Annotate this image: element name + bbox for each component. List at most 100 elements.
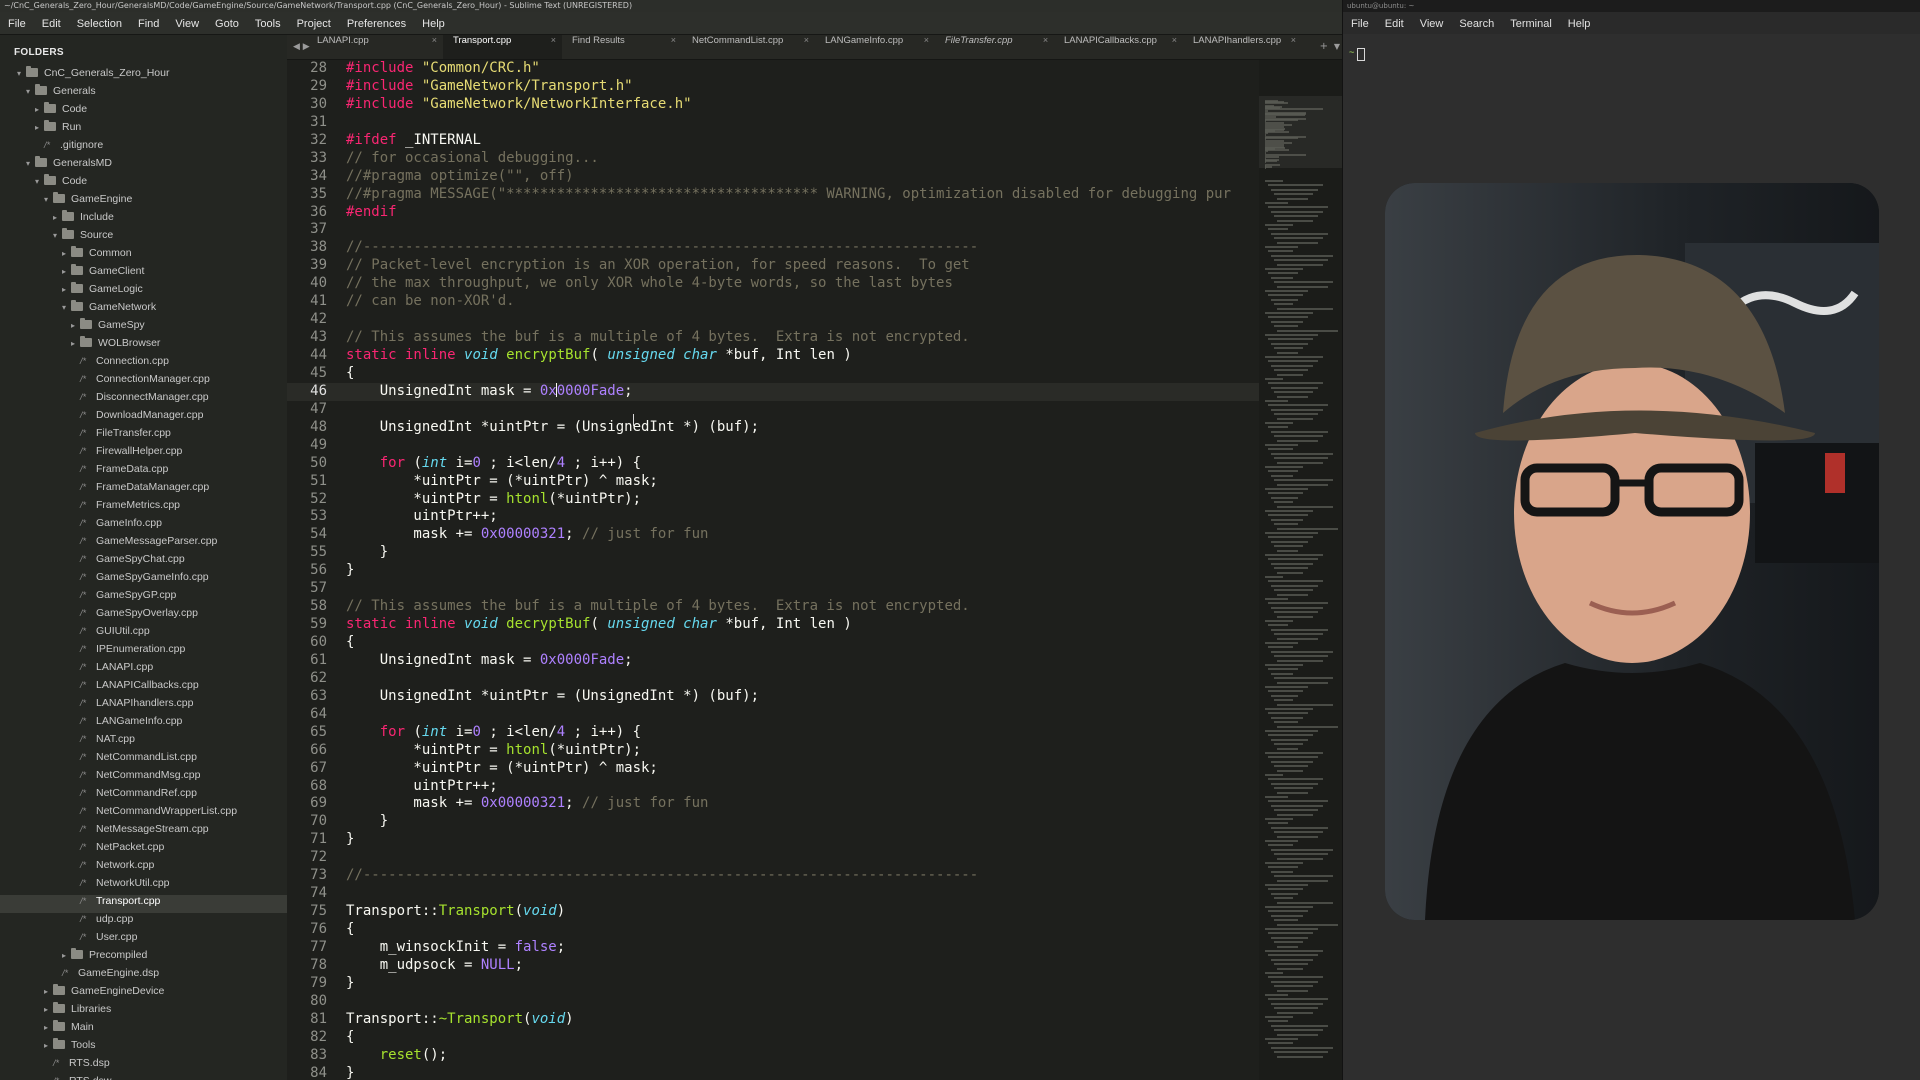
code-line[interactable]: 82 { (287, 1029, 1259, 1047)
code-line[interactable]: 78 m_udpsock = NULL; (287, 957, 1259, 975)
code-line[interactable]: 37 (287, 221, 1259, 239)
code-line[interactable]: 31 (287, 114, 1259, 132)
sidebar-file[interactable]: /* GameMessageParser.cpp (0, 535, 287, 553)
sidebar-folder[interactable]: ▸ Common (0, 246, 287, 265)
code-line[interactable]: 51 *uintPtr = (*uintPtr) ^ mask; (287, 473, 1259, 491)
terminal-menu-help[interactable]: Help (1560, 13, 1599, 35)
code-line[interactable]: 57 (287, 580, 1259, 598)
code-line[interactable]: 83 reset(); (287, 1047, 1259, 1065)
sidebar-file[interactable]: /* RTS.dsp (0, 1057, 287, 1075)
terminal-menu-file[interactable]: File (1343, 13, 1377, 35)
sidebar-file[interactable]: /* Network.cpp (0, 859, 287, 877)
close-icon[interactable]: × (551, 35, 556, 45)
code-line[interactable]: 84} (287, 1065, 1259, 1080)
sidebar-file[interactable]: /* LANAPI.cpp (0, 661, 287, 679)
tab-lanapi[interactable]: LANAPI.cpp × (307, 35, 443, 59)
code-line[interactable]: 43 // This assumes the buf is a multiple … (287, 329, 1259, 347)
sidebar-file[interactable]: /* GUIUtil.cpp (0, 625, 287, 643)
sidebar-folder[interactable]: ▾ GeneralsMD (0, 156, 287, 175)
sidebar-file[interactable]: /* .gitignore (0, 139, 287, 157)
code-line[interactable]: 63 UnsignedInt *uintPtr = (UnsignedInt *… (287, 688, 1259, 706)
minimap[interactable] (1259, 60, 1342, 1080)
sidebar-folder[interactable]: ▸ Main (0, 1020, 287, 1039)
sidebar-file[interactable]: /* RTS.dsw (0, 1075, 287, 1080)
code-line[interactable]: 58 // This assumes the buf is a multiple … (287, 598, 1259, 616)
sidebar-folder[interactable]: ▸ Run (0, 120, 287, 139)
sidebar-folder[interactable]: ▸ Tools (0, 1038, 287, 1057)
menu-file[interactable]: File (0, 13, 34, 35)
menu-selection[interactable]: Selection (69, 13, 130, 35)
chevron-down-icon[interactable]: ▾ (32, 177, 42, 186)
menu-goto[interactable]: Goto (207, 13, 247, 35)
chevron-down-icon[interactable]: ▾ (23, 159, 33, 168)
sidebar-file[interactable]: /* LANAPICallbacks.cpp (0, 679, 287, 697)
chevron-down-icon[interactable]: ▾ (23, 87, 33, 96)
sidebar-folder[interactable]: ▸ GameClient (0, 264, 287, 283)
sidebar-file[interactable]: /* GameInfo.cpp (0, 517, 287, 535)
sidebar-file[interactable]: /* IPEnumeration.cpp (0, 643, 287, 661)
code-line[interactable]: 53 uintPtr++; (287, 508, 1259, 526)
sidebar-file[interactable]: /* ConnectionManager.cpp (0, 373, 287, 391)
close-icon[interactable]: × (1291, 35, 1296, 45)
chevron-right-icon[interactable]: ▸ (32, 123, 42, 132)
tab-lanapihandlers[interactable]: LANAPIhandlers.cpp × (1183, 35, 1302, 59)
code-line[interactable]: 64 (287, 706, 1259, 724)
chevron-right-icon[interactable]: ▸ (41, 1005, 51, 1014)
plus-icon[interactable]: + (1320, 35, 1328, 59)
code-line[interactable]: 59 static inline void decryptBuf( unsigne… (287, 616, 1259, 634)
code-line[interactable]: 47 (287, 401, 1259, 419)
chevron-right-icon[interactable]: ▸ (41, 1041, 51, 1050)
sidebar-file[interactable]: /* GameSpyOverlay.cpp (0, 607, 287, 625)
close-icon[interactable]: × (671, 35, 676, 45)
chevron-down-icon[interactable]: ▼ (1334, 35, 1340, 59)
terminal-menu-search[interactable]: Search (1451, 13, 1502, 35)
close-icon[interactable]: × (432, 35, 437, 45)
code-line[interactable]: 61 UnsignedInt mask = 0x0000Fade; (287, 652, 1259, 670)
code-line[interactable]: 55 } (287, 544, 1259, 562)
sidebar-folder[interactable]: ▾ GameNetwork (0, 300, 287, 319)
chevron-down-icon[interactable]: ▾ (50, 231, 60, 240)
sidebar-file[interactable]: /* NetPacket.cpp (0, 841, 287, 859)
sidebar-folder[interactable]: ▾ Generals (0, 84, 287, 103)
code-line[interactable]: 45 { (287, 365, 1259, 383)
tab-transport[interactable]: Transport.cpp × (443, 35, 562, 59)
menu-help[interactable]: Help (414, 13, 453, 35)
tab-lanapicallbacks[interactable]: LANAPICallbacks.cpp × (1054, 35, 1183, 59)
sidebar-folder[interactable]: ▸ Libraries (0, 1002, 287, 1021)
sidebar-file[interactable]: /* NetCommandWrapperList.cpp (0, 805, 287, 823)
chevron-right-icon[interactable]: ▸ (59, 951, 69, 960)
close-icon[interactable]: × (924, 35, 929, 45)
menu-view[interactable]: View (167, 13, 207, 35)
terminal-menu-edit[interactable]: Edit (1377, 13, 1412, 35)
code-line[interactable]: 72 (287, 849, 1259, 867)
code-line[interactable]: 42 (287, 311, 1259, 329)
chevron-right-icon[interactable]: ▸ (68, 339, 78, 348)
chevron-right-icon[interactable]: ▸ (50, 213, 60, 222)
menu-preferences[interactable]: Preferences (339, 13, 414, 35)
sidebar-file[interactable]: /* Connection.cpp (0, 355, 287, 373)
close-icon[interactable]: × (1043, 35, 1048, 45)
sidebar-file[interactable]: /* Transport.cpp (0, 895, 287, 913)
sidebar-folder[interactable]: ▸ WOLBrowser (0, 336, 287, 355)
code-line[interactable]: 70 } (287, 813, 1259, 831)
code-line[interactable]: 32 #ifdef _INTERNAL (287, 132, 1259, 150)
sidebar-file[interactable]: /* GameEngine.dsp (0, 967, 287, 985)
code-line[interactable]: 54 mask += 0x00000321; // just for fun (287, 526, 1259, 544)
code-line[interactable]: 80 (287, 993, 1259, 1011)
sidebar-file[interactable]: /* DownloadManager.cpp (0, 409, 287, 427)
sidebar-folder[interactable]: ▾ Code (0, 174, 287, 193)
sidebar-folder[interactable]: ▾ GameEngine (0, 192, 287, 211)
sidebar-folder[interactable]: ▾ CnC_Generals_Zero_Hour (0, 66, 287, 85)
sidebar-file[interactable]: /* NetCommandRef.cpp (0, 787, 287, 805)
chevron-down-icon[interactable]: ▾ (59, 303, 69, 312)
sidebar-file[interactable]: /* udp.cpp (0, 913, 287, 931)
terminal-menu-terminal[interactable]: Terminal (1502, 13, 1560, 35)
sidebar-file[interactable]: /* NAT.cpp (0, 733, 287, 751)
sidebar-file[interactable]: /* FirewallHelper.cpp (0, 445, 287, 463)
sidebar-folder[interactable]: ▸ Code (0, 102, 287, 121)
code-line[interactable]: 49 (287, 437, 1259, 455)
sidebar-folder[interactable]: ▸ GameSpy (0, 318, 287, 337)
code-line[interactable]: 52 *uintPtr = htonl(*uintPtr); (287, 491, 1259, 509)
close-icon[interactable]: × (1172, 35, 1177, 45)
sidebar-folder[interactable]: ▸ Include (0, 210, 287, 229)
